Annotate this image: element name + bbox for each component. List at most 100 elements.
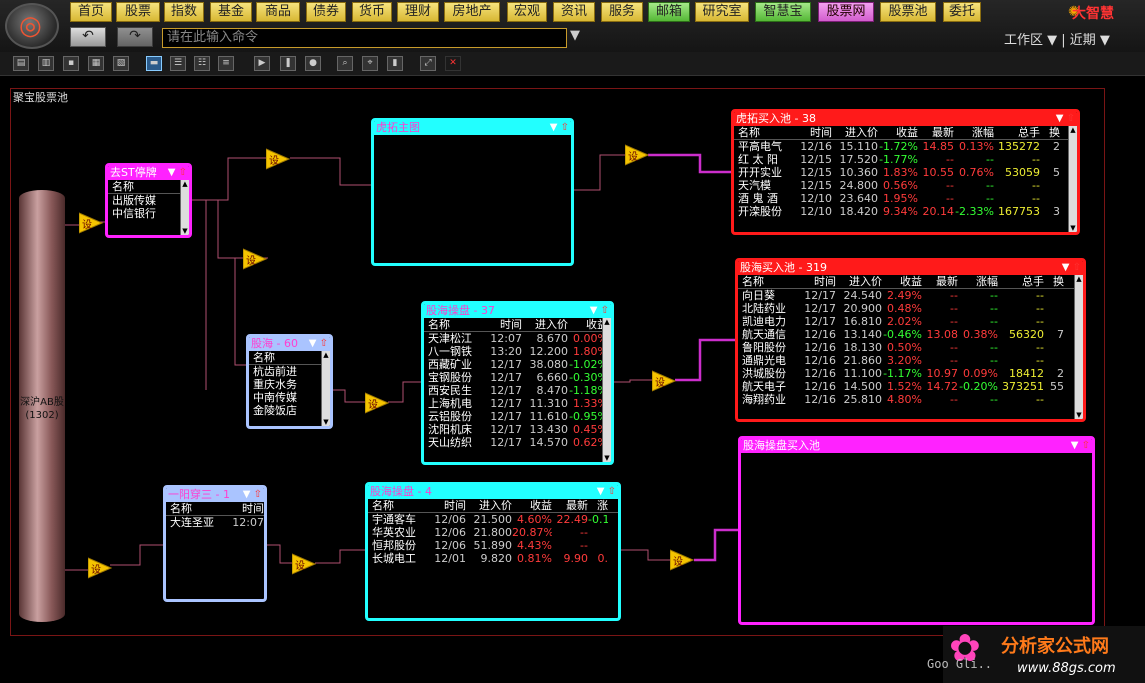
column-header[interactable]: 涨幅 [958,275,998,288]
column-header[interactable]: 时间 [800,275,836,288]
column-header[interactable]: 总手 [994,126,1040,139]
panel-scrollbar[interactable]: ▲ ▼ [180,180,189,235]
panel-title[interactable]: 股海操盘买入池 ▼ ⇧ [741,439,1092,453]
table-row[interactable]: 中信银行 [108,207,189,220]
table-row[interactable]: 八一钢铁 13:20 12.200 1.80% [424,345,611,358]
panel-scrollbar[interactable]: ▲ ▼ [321,351,330,426]
condition-node[interactable]: 设 [242,248,268,270]
column-header[interactable]: 最新 [922,275,958,288]
panel-guhai-caopan-buy-pool[interactable]: 股海操盘买入池 ▼ ⇧ [738,436,1095,625]
column-header[interactable]: 名称 [738,275,800,288]
column-header[interactable]: 涨幅 [954,126,994,139]
table-row[interactable]: 平高电气 12/16 15.110 -1.72% 14.85 0.13% 135272 2 [734,140,1077,153]
column-header[interactable]: 名称 [424,318,486,331]
table-row[interactable]: 中南传媒 [249,391,330,404]
panel-menu-icon[interactable]: ▼ ⇧ [590,304,609,317]
panel-menu-icon[interactable]: ▼ ⇧ [243,488,262,501]
panel-title[interactable]: 一阳穿三 - 1 ▼ ⇧ [166,488,264,502]
panel-title[interactable]: 股海 - 60 ▼ ⇧ [249,337,330,351]
column-header[interactable]: 进入价 [832,126,878,139]
panel-menu-icon[interactable]: ▼ ⇧ [1062,261,1081,274]
condition-node[interactable]: 设 [87,557,113,579]
column-header[interactable]: 名称 [166,502,226,515]
panel-title[interactable]: 股海操盘 - 37 ▼ ⇧ [424,304,611,318]
panel-menu-icon[interactable]: ▼ ⇧ [597,485,616,498]
table-row[interactable]: 重庆水务 [249,378,330,391]
table-row[interactable]: 金陵饭店 [249,404,330,417]
column-header[interactable]: 时间 [486,318,522,331]
condition-node[interactable]: 设 [78,212,104,234]
table-row[interactable]: 凯迪电力 12/17 16.810 2.02% -- -- -- [738,315,1083,328]
table-row[interactable]: 恒邦股份 12/06 51.890 4.43% -- [368,539,618,552]
panel-hutuo-main[interactable]: 虎拓主图 ▼ ⇧ [371,118,574,266]
panel-menu-icon[interactable]: ▼ ⇧ [1056,112,1075,125]
table-row[interactable]: 向日葵 12/17 24.540 2.49% -- -- -- [738,289,1083,302]
panel-scrollbar[interactable]: ▲ ▼ [1074,275,1083,419]
panel-title[interactable]: 虎拓主图 ▼ ⇧ [374,121,571,135]
column-header[interactable]: 进入价 [466,499,512,512]
condition-node[interactable]: 设 [265,148,291,170]
table-row[interactable]: 航天电子 12/16 14.500 1.52% 14.72 -0.20% 373251 55 [738,380,1083,393]
table-row[interactable]: 开开实业 12/15 10.360 1.83% 10.55 0.76% 53059 5 [734,166,1077,179]
column-header[interactable]: 总手 [998,275,1044,288]
panel-menu-icon[interactable]: ▼ ⇧ [168,166,187,179]
condition-node[interactable]: 设 [651,370,677,392]
table-row[interactable]: 洪城股份 12/16 11.100 -1.17% 10.97 0.09% 18412 2 [738,367,1083,380]
table-row[interactable]: 通鼎光电 12/16 21.860 3.20% -- -- -- [738,354,1083,367]
panel-title[interactable]: 虎拓买入池 - 38 ▼ ⇧ [734,112,1077,126]
table-row[interactable]: 云铝股份 12/17 11.610 -0.95% [424,410,611,423]
column-header[interactable]: 最新 [918,126,954,139]
column-header[interactable]: 最新 [552,499,588,512]
panel-guhai-60[interactable]: 股海 - 60 ▼ ⇧ 名称 杭齿前进 重庆水务 中南传媒 金陵饭店 ▲ ▼ [246,334,333,429]
column-header[interactable]: 时间 [226,502,264,515]
table-row[interactable]: 天山纺织 12/17 14.570 0.62% [424,436,611,449]
table-row[interactable]: 西安民生 12/17 8.470 -1.18% [424,384,611,397]
column-header[interactable]: 进入价 [522,318,568,331]
table-row[interactable]: 宝钢股份 12/17 6.660 -0.30% [424,371,611,384]
panel-guhai-caopan-37[interactable]: 股海操盘 - 37 ▼ ⇧ 名称 时间 进入价 收益 天津松江 12:07 8.670 0.00%… [421,301,614,465]
table-row[interactable]: 西藏矿业 12/17 38.080 -1.02% [424,358,611,371]
table-row[interactable]: 海翔药业 12/16 25.810 4.80% -- -- -- [738,393,1083,406]
table-row[interactable]: 北陆药业 12/17 20.900 0.48% -- -- -- [738,302,1083,315]
panel-menu-icon[interactable]: ▼ ⇧ [550,121,569,134]
condition-node[interactable]: 设 [291,553,317,575]
panel-scrollbar[interactable]: ▲ ▼ [1068,126,1077,232]
column-header[interactable]: 收益 [882,275,922,288]
condition-node[interactable]: 设 [669,549,695,571]
condition-node[interactable]: 设 [364,392,390,414]
column-header[interactable]: 名称 [108,180,178,193]
panel-menu-icon[interactable]: ▼ ⇧ [309,337,328,350]
panel-scrollbar[interactable]: ▲ ▼ [602,318,611,462]
condition-node[interactable]: 设 [624,144,650,166]
table-row[interactable]: 红 太 阳 12/15 17.520 -1.77% -- -- -- [734,153,1077,166]
panel-title[interactable]: 去ST停牌 ▼ ⇧ [108,166,189,180]
panel-remove-st[interactable]: 去ST停牌 ▼ ⇧ 名称 出版传媒 中信银行 ▲ ▼ [105,163,192,238]
table-row[interactable]: 开滦股份 12/10 18.420 9.34% 20.14 -2.33% 167753 3 [734,205,1077,218]
column-header[interactable]: 名称 [368,499,430,512]
table-row[interactable]: 鲁阳股份 12/16 18.130 0.50% -- -- -- [738,341,1083,354]
table-row[interactable]: 杭齿前进 [249,365,330,378]
column-header[interactable]: 时间 [430,499,466,512]
table-row[interactable]: 上海机电 12/17 11.310 1.33% [424,397,611,410]
panel-hutuo-buy-pool[interactable]: 虎拓买入池 - 38 ▼ ⇧ 名称 时间 进入价 收益 最新 涨幅 总手换平高电气 12/16 15… [731,109,1080,235]
column-header[interactable]: 名称 [249,351,319,364]
column-header[interactable]: 收益 [512,499,552,512]
panel-guhai-buy-pool[interactable]: 股海买入池 - 319 ▼ ⇧ 名称 时间 进入价 收益 最新 涨幅 总手换向日葵 12/17 24… [735,258,1086,422]
column-header[interactable]: 时间 [796,126,832,139]
column-header[interactable]: 换 [1044,275,1064,288]
table-row[interactable]: 华英农业 12/06 21.800 20.87% -- [368,526,618,539]
column-header[interactable]: 收益 [878,126,918,139]
column-header[interactable]: 涨 [588,499,608,512]
table-row[interactable]: 长城电工 12/01 9.820 0.81% 9.90 0. [368,552,618,565]
table-row[interactable]: 大连圣亚 12:07 [166,516,264,529]
panel-title[interactable]: 股海买入池 - 319 ▼ ⇧ [738,261,1083,275]
panel-guhai-caopan-4[interactable]: 股海操盘 - 4 ▼ ⇧ 名称 时间 进入价 收益 最新涨宇通客车 12/06 21.500 4.… [365,482,621,621]
panel-menu-icon[interactable]: ▼ ⇧ [1071,439,1090,452]
table-row[interactable]: 宇通客车 12/06 21.500 4.60% 22.49 -0.1 [368,513,618,526]
panel-title[interactable]: 股海操盘 - 4 ▼ ⇧ [368,485,618,499]
column-header[interactable]: 换 [1040,126,1060,139]
table-row[interactable]: 天津松江 12:07 8.670 0.00% [424,332,611,345]
column-header[interactable]: 名称 [734,126,796,139]
column-header[interactable]: 进入价 [836,275,882,288]
panel-yiyang-chuansan[interactable]: 一阳穿三 - 1 ▼ ⇧ 名称 时间 大连圣亚 12:07 [163,485,267,602]
